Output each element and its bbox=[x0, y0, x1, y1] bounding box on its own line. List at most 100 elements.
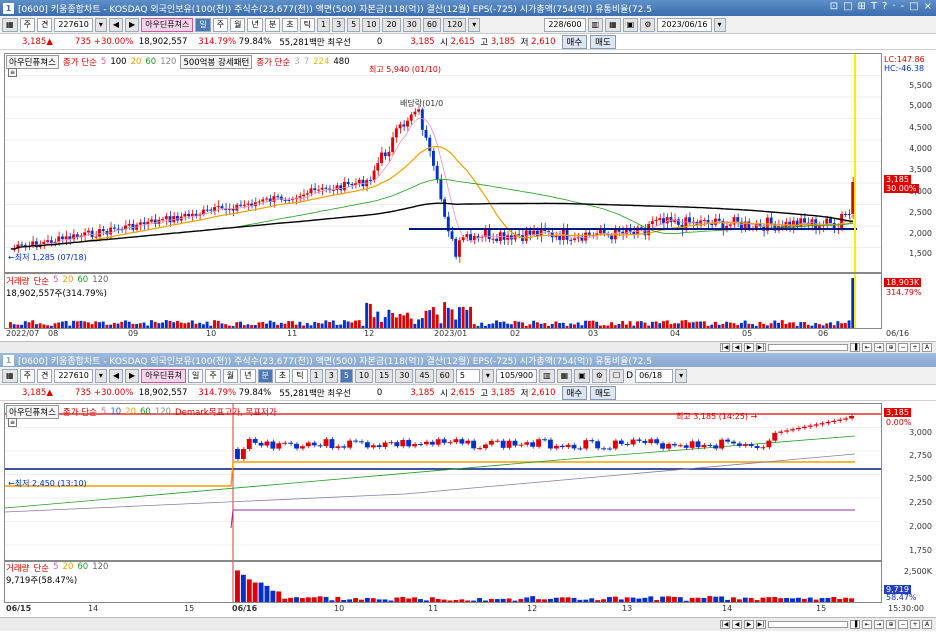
prev-stock-icon[interactable]: ◀ bbox=[108, 17, 124, 32]
sell-button[interactable]: 매도 bbox=[590, 35, 616, 49]
buy-button[interactable]: 매수 bbox=[561, 35, 588, 49]
bottom-settings-icon[interactable]: ⚙ bbox=[591, 368, 607, 383]
nav-bar-icon[interactable]: ▐ bbox=[850, 343, 860, 352]
date-input[interactable]: 2023/06/16 bbox=[657, 17, 712, 32]
bottom-zoom-icon[interactable]: ⊕ bbox=[886, 620, 896, 629]
bottom-grid-toggle-icon[interactable]: ▦ bbox=[556, 368, 573, 383]
minimize-icon[interactable]: - bbox=[901, 1, 905, 12]
minute-5-button[interactable]: 5 bbox=[347, 17, 361, 32]
settings-icon[interactable]: ⚙ bbox=[640, 17, 656, 32]
bottom-nav-compress-icon[interactable]: ⇤ bbox=[862, 620, 872, 629]
nav-first-icon[interactable]: |◀ bbox=[720, 343, 730, 352]
zoom-icon[interactable]: ⊕ bbox=[886, 343, 896, 352]
bottom-minute-5-button[interactable]: 5 bbox=[339, 368, 353, 383]
bottom-kind-search-button[interactable]: 견 bbox=[36, 368, 53, 383]
period-year-button[interactable]: 년 bbox=[247, 17, 263, 32]
dot-icon[interactable]: · bbox=[892, 1, 895, 12]
bottom-period-week-button[interactable]: 주 bbox=[205, 368, 221, 383]
top-expand-icon[interactable]: ≡ bbox=[8, 68, 17, 77]
nav-next-icon[interactable]: ▶ bbox=[744, 343, 754, 352]
bottom-price-pane[interactable] bbox=[4, 403, 882, 561]
chart-type-icon[interactable]: ▥ bbox=[587, 17, 604, 32]
bottom-period-year-button[interactable]: 년 bbox=[240, 368, 256, 383]
bottom-minute-10-button[interactable]: 10 bbox=[354, 368, 374, 383]
minute-10-button[interactable]: 10 bbox=[362, 17, 381, 32]
bottom-minute-1-button[interactable]: 1 bbox=[309, 368, 323, 383]
bottom-period-second-button[interactable]: 초 bbox=[274, 368, 291, 383]
bottom-zoom-out-icon[interactable]: − bbox=[898, 620, 908, 629]
period-tick-button[interactable]: 틱 bbox=[299, 17, 315, 32]
zoom-in-icon[interactable]: + bbox=[910, 343, 920, 352]
bottom-next-icon[interactable]: ▶ bbox=[125, 368, 140, 383]
bottom-period-day-button[interactable]: 일 bbox=[188, 368, 204, 383]
period-minute-button[interactable]: 분 bbox=[264, 17, 281, 32]
bottom-nav-bar-icon[interactable]: ▐ bbox=[850, 620, 860, 629]
bottom-minute-input[interactable]: 5 bbox=[455, 368, 480, 383]
bottom-chart-type-icon[interactable]: ▥ bbox=[539, 368, 555, 383]
grid-toggle-icon[interactable]: ▦ bbox=[605, 17, 621, 32]
grid-icon[interactable]: ▦ bbox=[2, 17, 18, 32]
bottom-nav-scroll-track[interactable] bbox=[768, 621, 848, 628]
bottom-nav-last-icon[interactable]: ▶| bbox=[756, 620, 766, 629]
bottom-volume-pane[interactable] bbox=[4, 561, 882, 603]
bottom-save-icon[interactable]: ▣ bbox=[574, 368, 590, 383]
nav-prev-icon[interactable]: ◀ bbox=[732, 343, 742, 352]
bottom-minute-60-button[interactable]: 60 bbox=[435, 368, 454, 383]
tile-icon[interactable]: ⊞ bbox=[858, 1, 866, 12]
minute-60-button[interactable]: 60 bbox=[422, 17, 442, 32]
text-icon[interactable]: T bbox=[871, 1, 877, 12]
bottom-dropdown-icon[interactable]: ▾ bbox=[481, 368, 494, 383]
bottom-nav-first-icon[interactable]: |◀ bbox=[720, 620, 730, 629]
search-icon[interactable]: ▾ bbox=[94, 17, 107, 32]
restore-icon[interactable]: ⊡ bbox=[830, 1, 838, 12]
bottom-date-checkbox[interactable]: ☐ bbox=[608, 368, 625, 383]
period-day-button[interactable]: 일 bbox=[195, 17, 211, 32]
period-month-button[interactable]: 월 bbox=[230, 17, 246, 32]
maximize-icon[interactable]: □ bbox=[843, 1, 852, 12]
bottom-nav-next-icon[interactable]: ▶ bbox=[744, 620, 754, 629]
bottom-nav-prev-icon[interactable]: ◀ bbox=[732, 620, 742, 629]
top-legend-pattern[interactable]: 500억봉 강세패턴 bbox=[180, 55, 253, 69]
top-price-pane[interactable] bbox=[4, 53, 882, 273]
save-icon[interactable]: ▣ bbox=[622, 17, 639, 32]
next-stock-icon[interactable]: ▶ bbox=[125, 17, 140, 32]
bottom-nav-expand-icon[interactable]: ⇥ bbox=[874, 620, 884, 629]
kind-stock-button[interactable]: 주 bbox=[19, 17, 35, 32]
zoom-out-icon[interactable]: − bbox=[898, 343, 908, 352]
kind-search-button[interactable]: 견 bbox=[36, 17, 53, 32]
minute-20-button[interactable]: 20 bbox=[382, 17, 401, 32]
bottom-period-month-button[interactable]: 월 bbox=[222, 368, 239, 383]
bottom-sell-button[interactable]: 매도 bbox=[590, 386, 616, 400]
nav-compress-icon[interactable]: ⇤ bbox=[862, 343, 872, 352]
bottom-minute-3-button[interactable]: 3 bbox=[324, 368, 338, 383]
bottom-count-input[interactable]: 105/900 bbox=[495, 368, 538, 383]
bottom-grid-icon[interactable]: ▦ bbox=[2, 368, 18, 383]
top-volume-pane[interactable] bbox=[4, 273, 882, 329]
calendar-icon[interactable]: ▾ bbox=[713, 17, 726, 32]
max-icon[interactable]: □ bbox=[909, 1, 918, 12]
close-icon[interactable]: × bbox=[924, 1, 932, 12]
bottom-expand-icon[interactable]: ≡ bbox=[8, 418, 17, 427]
minute-30-button[interactable]: 30 bbox=[402, 17, 421, 32]
bottom-buy-button[interactable]: 매수 bbox=[561, 386, 588, 400]
auto-icon[interactable]: A bbox=[922, 343, 932, 352]
bottom-auto-icon[interactable]: A bbox=[922, 620, 932, 629]
bottom-calendar-icon[interactable]: ▾ bbox=[675, 368, 688, 383]
period-week-button[interactable]: 주 bbox=[212, 17, 229, 32]
bottom-minute-30-button[interactable]: 30 bbox=[395, 368, 414, 383]
bottom-prev-icon[interactable]: ◀ bbox=[108, 368, 124, 383]
bottom-legend-name[interactable]: 아우딘퓨쳐스 bbox=[6, 405, 59, 419]
help-icon[interactable]: ? bbox=[882, 1, 887, 12]
nav-expand-icon[interactable]: ⇥ bbox=[874, 343, 884, 352]
bottom-stock-code-input[interactable]: 227610 bbox=[54, 368, 93, 383]
bottom-zoom-in-icon[interactable]: + bbox=[910, 620, 920, 629]
minute-3-button[interactable]: 3 bbox=[332, 17, 346, 32]
minute-1-button[interactable]: 1 bbox=[316, 17, 331, 32]
count-input[interactable]: 228/600 bbox=[544, 17, 586, 32]
bottom-stock-name-button[interactable]: 아우딘퓨쳐 bbox=[141, 368, 186, 383]
bottom-kind-stock-button[interactable]: 주 bbox=[19, 368, 35, 383]
nav-last-icon[interactable]: ▶| bbox=[756, 343, 766, 352]
bottom-search-icon[interactable]: ▾ bbox=[94, 368, 107, 383]
bottom-period-minute-button[interactable]: 분 bbox=[257, 368, 273, 383]
stock-name-button[interactable]: 아우딘퓨쳐스 bbox=[141, 17, 194, 32]
